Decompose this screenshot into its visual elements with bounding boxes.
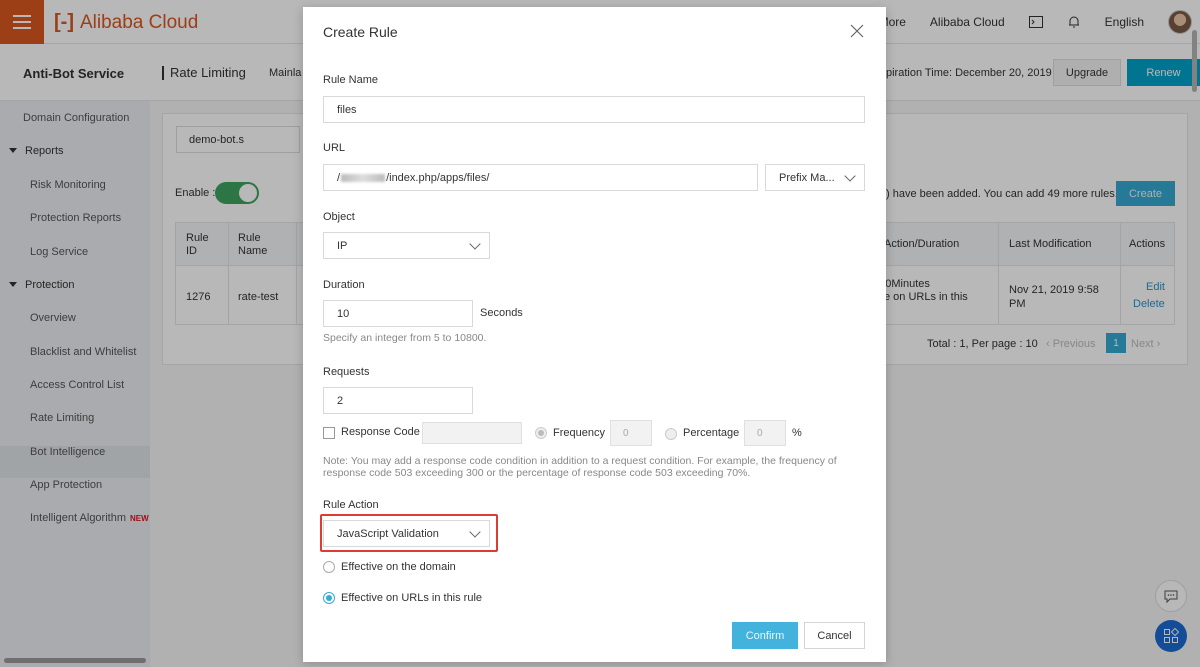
redacted-segment xyxy=(341,173,386,182)
chevron-down-icon xyxy=(844,169,856,182)
highlight-annotation xyxy=(320,514,498,552)
duration-unit: Seconds xyxy=(480,307,523,319)
create-rule-dialog: Create Rule Rule Name files URL //index.… xyxy=(303,7,886,662)
percentage-radio[interactable] xyxy=(665,428,677,440)
effective-domain-label: Effective on the domain xyxy=(341,561,456,573)
frequency-label: Frequency xyxy=(553,427,605,439)
duration-hint: Specify an integer from 5 to 10800. xyxy=(323,332,487,344)
object-label: Object xyxy=(323,211,355,223)
effective-urls-radio[interactable] xyxy=(323,592,335,604)
response-code-input[interactable] xyxy=(422,422,522,444)
frequency-input[interactable]: 0 xyxy=(610,420,652,446)
confirm-button[interactable]: Confirm xyxy=(732,622,798,649)
rule-name-label: Rule Name xyxy=(323,74,379,86)
note-line-2: response code 503 exceeding 300 or the p… xyxy=(323,467,751,479)
duration-input[interactable]: 10 xyxy=(323,300,473,327)
effective-domain-radio[interactable] xyxy=(323,561,335,573)
chevron-down-icon xyxy=(469,237,481,250)
percent-sign: % xyxy=(792,427,802,439)
rule-name-input[interactable]: files xyxy=(323,96,865,123)
percentage-input[interactable]: 0 xyxy=(744,420,786,446)
requests-input[interactable]: 2 xyxy=(323,387,473,414)
percentage-label: Percentage xyxy=(683,427,740,439)
url-label: URL xyxy=(323,142,346,154)
duration-label: Duration xyxy=(323,279,365,291)
object-select[interactable]: IP xyxy=(323,232,490,259)
effective-urls-label: Effective on URLs in this rule xyxy=(341,592,483,604)
dialog-title: Create Rule xyxy=(323,24,398,40)
response-code-checkbox[interactable] xyxy=(323,427,335,439)
response-code-label: Response Code xyxy=(341,426,420,438)
close-icon[interactable] xyxy=(850,24,864,38)
frequency-radio[interactable] xyxy=(535,427,547,439)
url-input[interactable]: //index.php/apps/files/ xyxy=(323,164,758,191)
cancel-button[interactable]: Cancel xyxy=(804,622,865,649)
rule-action-label: Rule Action xyxy=(323,499,379,511)
requests-label: Requests xyxy=(323,366,370,378)
url-match-select[interactable]: Prefix Ma... xyxy=(765,164,865,191)
